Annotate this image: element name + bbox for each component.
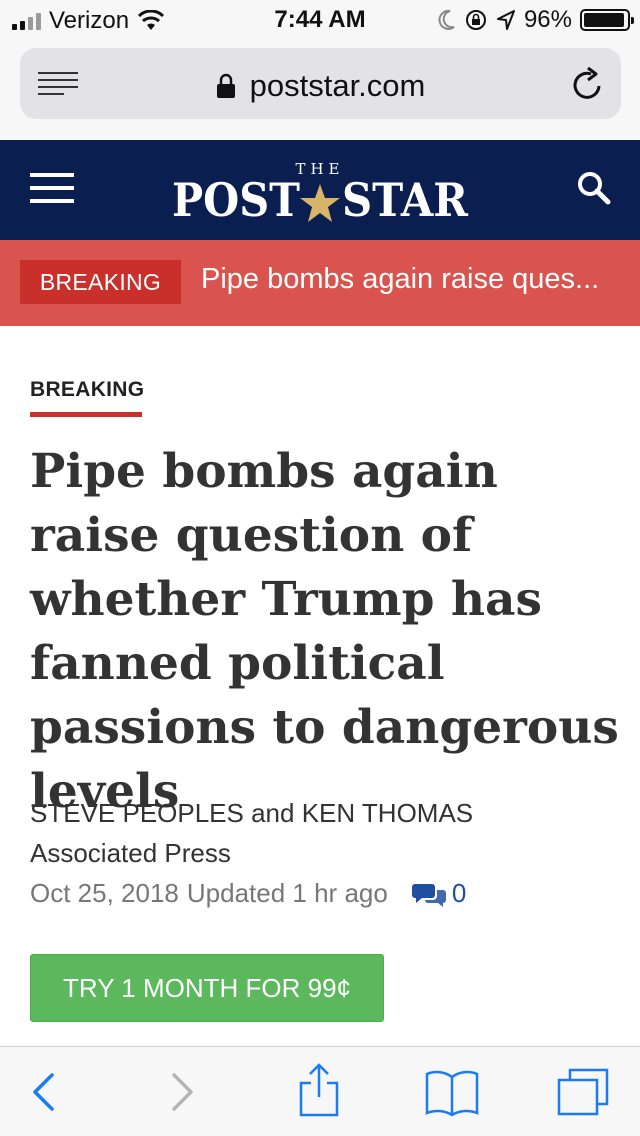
comments-link[interactable]: 0 — [411, 878, 467, 909]
star-icon — [300, 184, 340, 222]
battery-level-fill — [584, 13, 625, 27]
lock-icon — [216, 73, 235, 98]
forward-icon[interactable] — [170, 1071, 196, 1113]
location-icon — [496, 10, 515, 30]
svg-text:THE: THE — [295, 160, 344, 178]
comment-icon — [411, 883, 446, 907]
breaking-news-banner[interactable]: BREAKING Pipe bombs again raise ques... — [0, 240, 640, 326]
article-updated: Updated 1 hr ago — [186, 878, 388, 908]
browser-address-area: poststar.com — [0, 40, 640, 140]
url-text: poststar.com — [249, 68, 426, 103]
rotation-lock-icon — [465, 10, 486, 30]
reload-icon[interactable] — [571, 66, 605, 102]
breaking-headline-link[interactable]: Pipe bombs again raise ques... — [201, 263, 631, 296]
battery-percent: 96% — [523, 6, 572, 33]
address-bar[interactable]: poststar.com — [20, 48, 621, 119]
battery-icon — [580, 9, 634, 31]
breaking-tag: BREAKING — [20, 260, 181, 304]
tabs-icon[interactable] — [556, 1067, 610, 1117]
kicker-underline — [30, 412, 142, 417]
back-icon[interactable] — [30, 1071, 56, 1113]
article-source: Associated Press — [30, 838, 231, 868]
browser-toolbar — [0, 1046, 640, 1136]
svg-text:POST: POST — [172, 173, 300, 227]
site-logo[interactable]: THE POST STAR — [170, 158, 470, 228]
status-right: 96% — [438, 6, 634, 34]
site-header: THE POST STAR — [0, 140, 640, 240]
article-meta: Oct 25, 2018 Updated 1 hr ago 0 — [30, 878, 466, 909]
article-headline: Pipe bombs again raise question of wheth… — [30, 444, 619, 819]
url-display[interactable]: poststar.com — [20, 68, 621, 104]
article-byline: STEVE PEOPLES and KEN THOMAS — [30, 798, 474, 828]
comment-count: 0 — [451, 878, 467, 908]
menu-icon[interactable] — [30, 172, 74, 204]
bookmarks-icon[interactable] — [424, 1069, 480, 1117]
article-date: Oct 25, 2018 — [30, 878, 179, 908]
status-bar: Verizon 7:44 AM 96% — [0, 0, 640, 40]
moon-icon — [438, 9, 455, 30]
share-icon[interactable] — [298, 1063, 340, 1117]
search-icon[interactable] — [576, 170, 612, 206]
article-kicker[interactable]: BREAKING — [30, 378, 144, 402]
subscribe-button[interactable]: TRY 1 MONTH FOR 99¢ — [30, 954, 384, 1022]
svg-text:STAR: STAR — [342, 173, 469, 227]
